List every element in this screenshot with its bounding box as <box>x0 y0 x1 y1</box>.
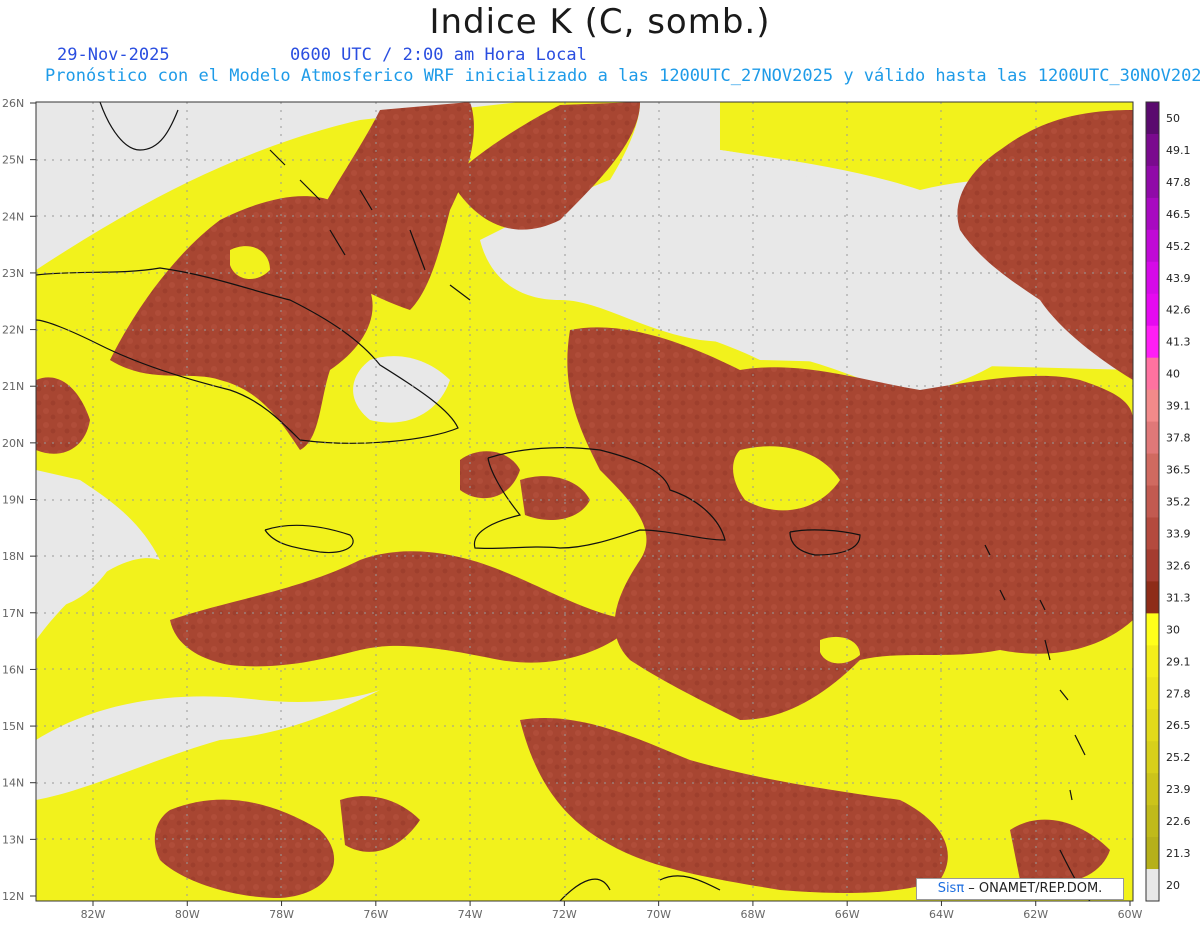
lat-label: 23N <box>2 267 24 280</box>
colorbar-swatch <box>1146 837 1159 870</box>
colorbar-swatch <box>1146 293 1159 327</box>
colorbar-swatch <box>1146 357 1159 391</box>
colorbar-label: 22.6 <box>1166 815 1191 828</box>
colorbar-label: 42.6 <box>1166 304 1191 317</box>
colorbar-swatch <box>1146 229 1159 263</box>
lat-label: 24N <box>2 210 24 223</box>
colorbar-label: 29.1 <box>1166 655 1191 668</box>
colorbar-swatch <box>1146 613 1159 646</box>
lat-label: 22N <box>2 324 24 337</box>
lat-label: 17N <box>2 607 24 620</box>
colorbar-swatch <box>1146 261 1159 295</box>
lon-label: 62W <box>1023 908 1048 921</box>
colorbar-swatch <box>1146 869 1159 902</box>
lon-label: 66W <box>835 908 860 921</box>
colorbar-label: 20 <box>1166 879 1180 892</box>
lon-label: 60W <box>1118 908 1143 921</box>
colorbar-swatch <box>1146 325 1159 359</box>
colorbar-label: 39.1 <box>1166 400 1191 413</box>
latitude-axis: 26N 25N 24N 23N 22N 21N 20N 19N 18N 17N 16N 15N 14N 1… <box>2 97 36 903</box>
credit-text: – ONAMET/REP.DOM. <box>964 881 1103 896</box>
colorbar-label: 25.2 <box>1166 751 1191 764</box>
lon-label: 72W <box>552 908 577 921</box>
colorbar-swatch <box>1146 741 1159 774</box>
colorbar-label: 27.8 <box>1166 687 1191 700</box>
colorbar-label: 23.9 <box>1166 783 1191 796</box>
colorbar-label: 32.6 <box>1166 559 1191 572</box>
colorbar-swatch <box>1146 485 1159 518</box>
lon-label: 74W <box>458 908 483 921</box>
colorbar-label: 40 <box>1166 368 1180 381</box>
lon-label: 68W <box>740 908 765 921</box>
colorbar-swatch <box>1146 197 1159 231</box>
colorbar-label: 31.3 <box>1166 591 1191 604</box>
lat-label: 16N <box>2 663 24 676</box>
lon-label: 82W <box>81 908 106 921</box>
colorbar-swatch <box>1146 421 1159 455</box>
longitude-axis: 82W 80W 78W 76W 74W 72W 70W 68W 66W 64W 62W 60W <box>81 901 1143 921</box>
lat-label: 21N <box>2 380 24 393</box>
k-index-map: 26N 25N 24N 23N 22N 21N 20N 19N 18N 17N 16N 15N 14N 1… <box>2 97 1191 921</box>
colorbar-label: 46.5 <box>1166 208 1191 221</box>
lat-label: 18N <box>2 550 24 563</box>
colorbar-swatch <box>1146 805 1159 838</box>
lat-label: 14N <box>2 777 24 790</box>
sispi-logo: Sisπ <box>937 881 965 896</box>
colorbar-label: 33.9 <box>1166 527 1191 540</box>
colorbar-label: 26.5 <box>1166 719 1191 732</box>
credit-box: Sisπ – ONAMET/REP.DOM. <box>916 878 1124 900</box>
colorbar-label: 43.9 <box>1166 272 1191 285</box>
colorbar-label: 49.1 <box>1166 144 1191 157</box>
colorbar-label: 36.5 <box>1166 464 1191 477</box>
colorbar-swatch <box>1146 709 1159 742</box>
colorbar-label: 41.3 <box>1166 336 1191 349</box>
lon-label: 76W <box>363 908 388 921</box>
colorbar-label: 35.2 <box>1166 496 1191 509</box>
colorbar-swatch <box>1146 773 1159 806</box>
lat-label: 15N <box>2 720 24 733</box>
k-index-field <box>36 102 1133 901</box>
colorbar-swatch <box>1146 389 1159 423</box>
colorbar-label: 50 <box>1166 112 1180 125</box>
colorbar: 50 49.1 47.8 46.5 45.2 43.9 42.6 41.3 40 39.1 37.8… <box>1145 101 1191 902</box>
colorbar-label: 37.8 <box>1166 432 1191 445</box>
lat-label: 13N <box>2 833 24 846</box>
colorbar-swatch <box>1146 645 1159 678</box>
colorbar-swatch <box>1146 165 1159 199</box>
lat-label: 26N <box>2 97 24 110</box>
colorbar-label: 21.3 <box>1166 847 1191 860</box>
colorbar-swatch <box>1146 677 1159 710</box>
colorbar-swatch <box>1146 133 1159 167</box>
lat-label: 19N <box>2 494 24 507</box>
colorbar-swatch <box>1146 453 1159 487</box>
colorbar-label: 30 <box>1166 623 1180 636</box>
lat-label: 25N <box>2 154 24 167</box>
colorbar-label: 45.2 <box>1166 240 1191 253</box>
lon-label: 70W <box>646 908 671 921</box>
lon-label: 78W <box>269 908 294 921</box>
colorbar-swatch <box>1146 102 1159 135</box>
lon-label: 64W <box>929 908 954 921</box>
lon-label: 80W <box>175 908 200 921</box>
colorbar-swatch <box>1146 549 1159 582</box>
colorbar-label: 47.8 <box>1166 176 1191 189</box>
colorbar-swatch <box>1146 517 1159 550</box>
lat-label: 20N <box>2 437 24 450</box>
lat-label: 12N <box>2 890 24 903</box>
colorbar-swatch <box>1146 581 1159 614</box>
